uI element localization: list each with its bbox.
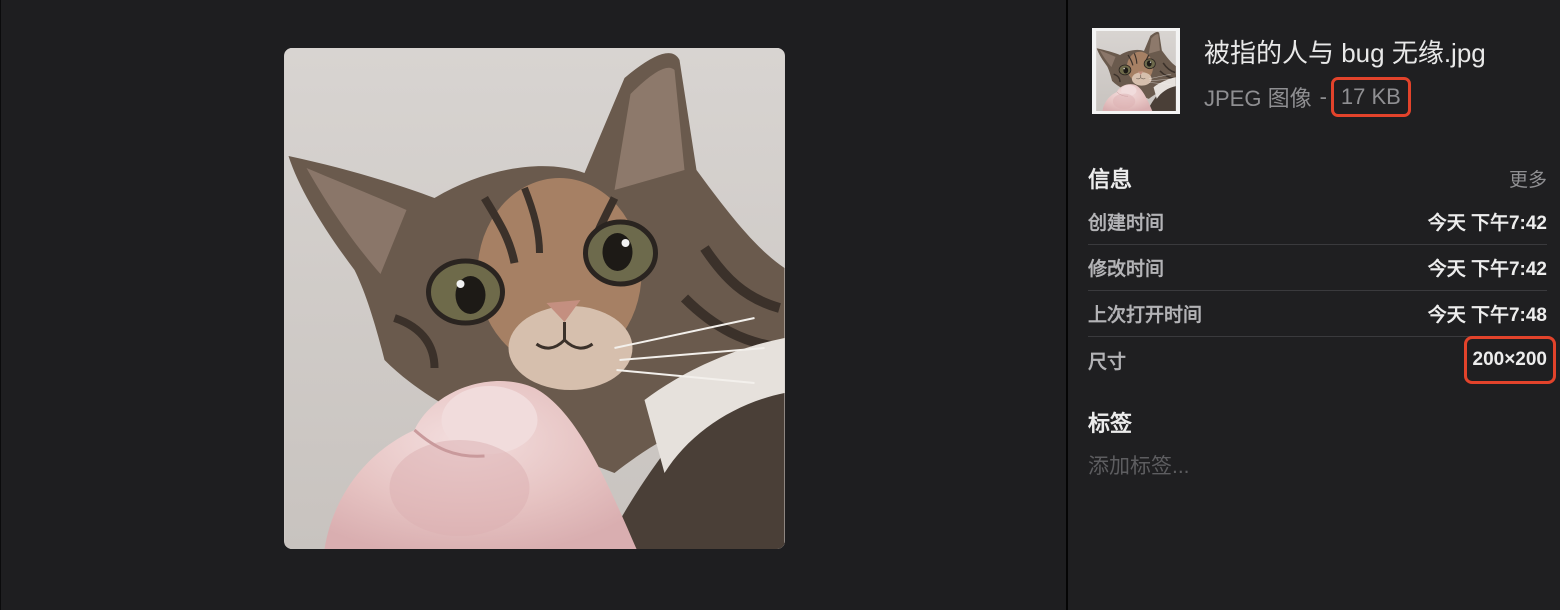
thumbnail-image-art bbox=[1095, 31, 1177, 111]
file-name: 被指的人与 bug 无缘.jpg bbox=[1204, 38, 1486, 68]
tags-section-title: 标签 bbox=[1088, 411, 1133, 436]
info-row-created: 创建时间 今天 下午7:42 bbox=[1088, 199, 1547, 245]
file-separator: - bbox=[1319, 84, 1327, 109]
info-row-modified: 修改时间 今天 下午7:42 bbox=[1088, 245, 1547, 291]
image-preview[interactable] bbox=[284, 48, 785, 549]
info-row-dimensions: 尺寸 200×200 bbox=[1088, 336, 1556, 384]
preview-image-art bbox=[284, 48, 785, 549]
file-thumbnail bbox=[1092, 28, 1180, 114]
info-row-label: 创建时间 bbox=[1088, 213, 1165, 234]
info-pane: 被指的人与 bug 无缘.jpg JPEG 图像 - 17 KB 信息 更多 创… bbox=[1068, 0, 1560, 610]
info-row-value: 今天 下午7:42 bbox=[1427, 213, 1547, 234]
info-row-value: 200×200 bbox=[1463, 336, 1556, 384]
tags-section-header: 标签 bbox=[1088, 404, 1547, 440]
file-size: 17 KB bbox=[1330, 77, 1411, 117]
info-row-last-opened: 上次打开时间 今天 下午7:48 bbox=[1088, 291, 1547, 337]
info-section-header: 信息 更多 bbox=[1088, 160, 1547, 196]
file-type: JPEG 图像 bbox=[1204, 86, 1312, 111]
info-row-label: 上次打开时间 bbox=[1088, 305, 1203, 326]
preview-pane bbox=[1, 0, 1066, 610]
info-row-value: 今天 下午7:42 bbox=[1427, 259, 1547, 280]
more-button[interactable]: 更多 bbox=[1509, 165, 1547, 192]
info-section-title: 信息 bbox=[1088, 167, 1133, 192]
add-tags-field[interactable]: 添加标签... bbox=[1088, 450, 1190, 484]
file-kind-size-line: JPEG 图像 - 17 KB bbox=[1204, 76, 1411, 118]
info-row-label: 修改时间 bbox=[1088, 259, 1165, 280]
info-rows: 创建时间 今天 下午7:42 修改时间 今天 下午7:42 上次打开时间 今天 … bbox=[1088, 199, 1556, 384]
info-row-label: 尺寸 bbox=[1088, 351, 1127, 373]
info-row-value: 今天 下午7:48 bbox=[1427, 305, 1547, 326]
